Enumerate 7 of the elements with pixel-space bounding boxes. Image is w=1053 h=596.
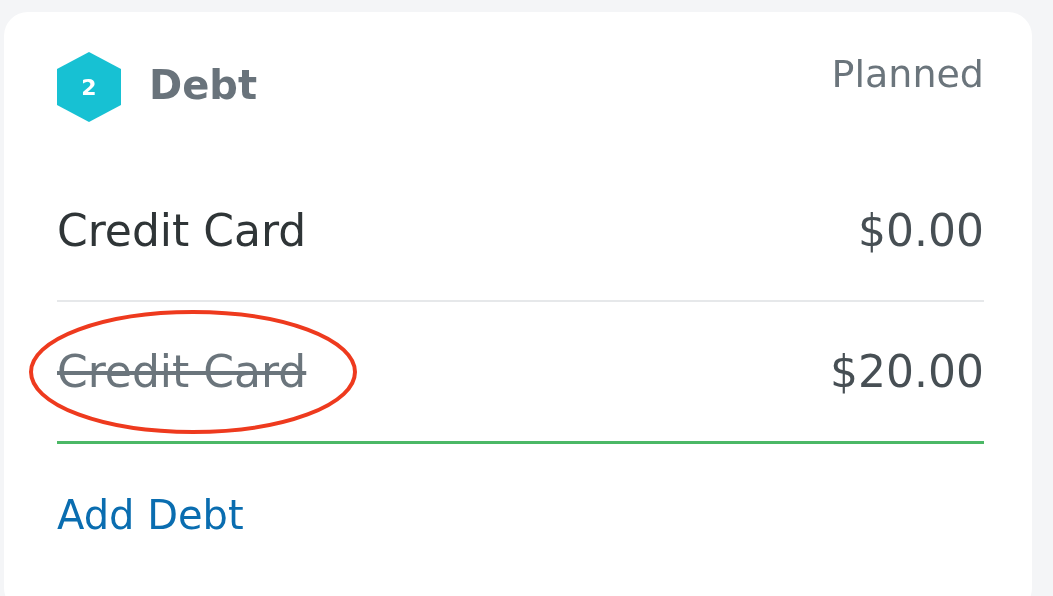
item-amount[interactable]: $20.00	[830, 346, 984, 397]
group-number-badge: 2	[57, 52, 121, 122]
column-heading: Planned	[831, 52, 984, 96]
add-debt-link[interactable]: Add Debt	[57, 492, 244, 538]
group-title: Debt	[149, 62, 258, 108]
item-name[interactable]: Credit Card	[57, 204, 307, 256]
item-amount[interactable]: $0.00	[858, 204, 984, 256]
